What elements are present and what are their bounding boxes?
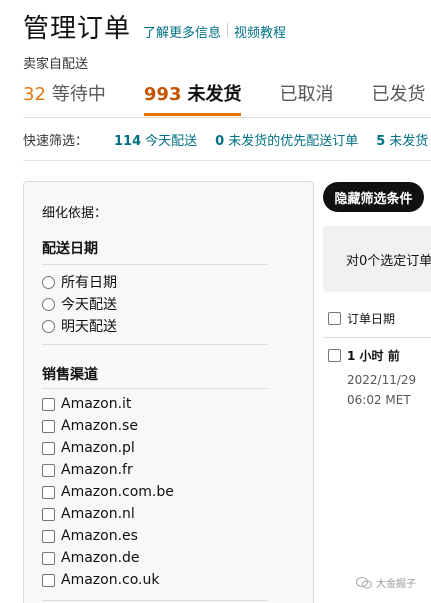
tab-cancelled[interactable]: 已取消 bbox=[279, 80, 333, 116]
quick-filter-text: 未发货 bbox=[389, 134, 429, 149]
date-option-today[interactable]: 今天配送 bbox=[42, 294, 117, 314]
watermark-text: 大金掘子 bbox=[376, 579, 416, 590]
date-option-all[interactable]: 所有日期 bbox=[42, 272, 117, 292]
date-option-label: 所有日期 bbox=[61, 275, 117, 291]
channel-amazon-de[interactable]: Amazon.de bbox=[42, 550, 140, 566]
channel-amazon-co-uk[interactable]: Amazon.co.uk bbox=[42, 572, 159, 588]
channel-amazon-com-be[interactable]: Amazon.com.be bbox=[42, 484, 174, 500]
channel-amazon-es[interactable]: Amazon.es bbox=[42, 528, 138, 544]
channel-label: Amazon.pl bbox=[61, 440, 135, 456]
radio-button[interactable] bbox=[42, 275, 55, 289]
channel-label: Amazon.nl bbox=[61, 506, 135, 522]
quick-filter-divider bbox=[23, 160, 431, 161]
channel-label: Amazon.es bbox=[61, 528, 138, 544]
refine-panel: 细化依据： 配送日期 所有日期 今天配送 明天配送 销售渠道 Amazon.it… bbox=[23, 181, 314, 603]
tab-shipped[interactable]: 已发货 bbox=[371, 80, 425, 116]
quick-filter-count: 114 bbox=[114, 134, 142, 149]
channel-amazon-pl[interactable]: Amazon.pl bbox=[42, 440, 135, 456]
checkbox[interactable] bbox=[42, 397, 55, 411]
channel-amazon-it[interactable]: Amazon.it bbox=[42, 396, 131, 412]
tab-shipped-label: 已发货 bbox=[371, 84, 426, 105]
order-status-tabs: 32 等待中 993 未发货 已取消 已发货 bbox=[23, 80, 431, 116]
tab-unshipped-label: 未发货 bbox=[187, 84, 242, 105]
quick-filter-count: 5 bbox=[376, 134, 386, 149]
channel-label: Amazon.se bbox=[61, 418, 138, 434]
select-all-checkbox[interactable] bbox=[328, 312, 341, 325]
date-option-label: 明天配送 bbox=[61, 319, 117, 335]
section-divider bbox=[42, 344, 268, 345]
checkbox[interactable] bbox=[42, 485, 55, 499]
watermark: 大金掘子 bbox=[356, 575, 416, 590]
channel-label: Amazon.it bbox=[61, 396, 132, 412]
tab-pending[interactable]: 32 等待中 bbox=[23, 80, 106, 116]
quick-filter-ship-today[interactable]: 114 今天配送 bbox=[114, 130, 197, 149]
sales-channel-heading: 销售渠道 bbox=[42, 367, 98, 383]
section-divider bbox=[42, 600, 268, 601]
fulfillment-type-label: 卖家自配送 bbox=[23, 57, 89, 72]
quick-filter-priority-unshipped[interactable]: 0 未发货的优先配送订单 bbox=[215, 130, 358, 149]
quick-filter-unshipped[interactable]: 5 未发货 bbox=[376, 130, 428, 149]
channel-label: Amazon.de bbox=[61, 550, 140, 566]
tab-cancelled-label: 已取消 bbox=[279, 84, 334, 105]
checkbox[interactable] bbox=[42, 507, 55, 521]
tab-unshipped-count: 993 bbox=[143, 84, 182, 105]
checkbox[interactable] bbox=[42, 441, 55, 455]
quick-filter-text: 今天配送 bbox=[145, 134, 198, 149]
order-date: 2022/11/29 bbox=[347, 373, 417, 387]
checkbox[interactable] bbox=[42, 463, 55, 477]
table-header: 订单日期 bbox=[328, 310, 395, 327]
checkbox[interactable] bbox=[42, 419, 55, 433]
radio-button[interactable] bbox=[42, 297, 55, 311]
section-divider bbox=[42, 388, 268, 389]
date-option-tomorrow[interactable]: 明天配送 bbox=[42, 316, 117, 336]
wechat-icon bbox=[356, 576, 372, 588]
ship-date-heading: 配送日期 bbox=[42, 241, 98, 257]
channel-label: Amazon.fr bbox=[61, 462, 133, 478]
order-age: 1 小时 前 bbox=[347, 349, 400, 363]
refine-title: 细化依据： bbox=[42, 206, 108, 221]
table-header-divider bbox=[323, 337, 431, 338]
quick-filter-text: 未发货的优先配送订单 bbox=[228, 134, 359, 149]
channel-label: Amazon.com.be bbox=[61, 484, 174, 500]
section-divider bbox=[42, 264, 268, 265]
channel-amazon-fr[interactable]: Amazon.fr bbox=[42, 462, 133, 478]
tab-pending-label: 等待中 bbox=[51, 84, 106, 105]
quick-filter-bar: 快速筛选： 114 今天配送 0 未发货的优先配送订单 5 未发货 bbox=[23, 130, 431, 149]
table-row: 1 小时 前 2022/11/29 06:02 MET bbox=[328, 347, 416, 410]
channel-label: Amazon.co.uk bbox=[61, 572, 160, 588]
checkbox[interactable] bbox=[42, 529, 55, 543]
checkbox[interactable] bbox=[42, 573, 55, 587]
quick-filter-count: 0 bbox=[215, 134, 225, 149]
tabs-divider bbox=[23, 117, 431, 118]
order-time: 06:02 MET bbox=[347, 393, 411, 407]
header-separator bbox=[227, 23, 229, 37]
col-order-date[interactable]: 订单日期 bbox=[347, 310, 395, 327]
bulk-action-bar: 对0个选定订单 bbox=[323, 226, 431, 292]
channel-amazon-se[interactable]: Amazon.se bbox=[42, 418, 138, 434]
channel-amazon-nl[interactable]: Amazon.nl bbox=[42, 506, 135, 522]
checkbox[interactable] bbox=[42, 551, 55, 565]
page-header: 管理订单 了解更多信息 视频教程 bbox=[23, 8, 286, 45]
tab-pending-count: 32 bbox=[23, 84, 46, 105]
video-tutorial-link[interactable]: 视频教程 bbox=[234, 22, 286, 41]
date-option-label: 今天配送 bbox=[61, 297, 117, 313]
learn-more-link[interactable]: 了解更多信息 bbox=[143, 22, 221, 41]
selected-orders-text: 对0个选定订单 bbox=[346, 254, 431, 269]
radio-button[interactable] bbox=[42, 319, 55, 333]
tab-unshipped[interactable]: 993 未发货 bbox=[143, 80, 242, 116]
hide-filters-button[interactable]: 隐藏筛选条件 bbox=[323, 182, 424, 212]
page-title: 管理订单 bbox=[23, 14, 132, 44]
quick-filter-label: 快速筛选： bbox=[23, 134, 89, 149]
row-checkbox[interactable] bbox=[328, 349, 341, 362]
